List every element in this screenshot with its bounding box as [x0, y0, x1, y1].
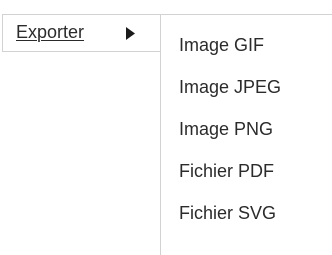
- submenu-item-image-png[interactable]: Image PNG: [161, 108, 332, 150]
- submenu-item-fichier-pdf[interactable]: Fichier PDF: [161, 150, 332, 192]
- export-submenu: Image GIF Image JPEG Image PNG Fichier P…: [160, 14, 332, 255]
- submenu-item-label: Image GIF: [179, 35, 265, 55]
- export-context-menu: Exporter Image GIF Image JPEG Image PNG …: [0, 0, 332, 255]
- submenu-item-label: Fichier PDF: [179, 161, 275, 181]
- submenu-item-fichier-svg[interactable]: Fichier SVG: [161, 192, 332, 234]
- submenu-item-image-gif[interactable]: Image GIF: [161, 24, 332, 66]
- caret-right-icon: [126, 27, 135, 40]
- submenu-item-label: Fichier SVG: [179, 203, 277, 223]
- submenu-item-image-jpeg[interactable]: Image JPEG: [161, 66, 332, 108]
- menu-item-exporter[interactable]: Exporter: [3, 15, 161, 51]
- menu-item-exporter-label: Exporter: [16, 22, 85, 42]
- parent-menu: Exporter: [2, 14, 160, 52]
- submenu-item-label: Image JPEG: [179, 77, 282, 97]
- submenu-item-label: Image PNG: [179, 119, 274, 139]
